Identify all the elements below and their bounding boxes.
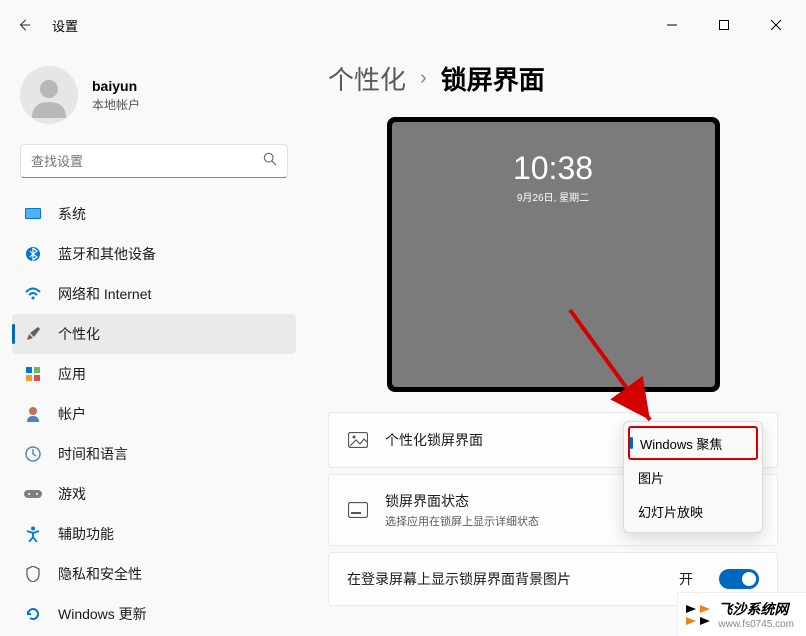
sidebar-item-label: 游戏 (58, 484, 86, 504)
sidebar-item-label: 隐私和安全性 (58, 564, 142, 584)
dropdown-option-spotlight[interactable]: Windows 聚焦 (628, 426, 758, 460)
accessibility-icon (24, 525, 42, 543)
avatar (20, 66, 78, 124)
page-title: 锁屏界面 (441, 60, 545, 97)
sidebar-item-label: 蓝牙和其他设备 (58, 244, 156, 264)
sidebar-item-accessibility[interactable]: 辅助功能 (12, 514, 296, 554)
paintbrush-icon (24, 325, 42, 343)
sidebar-item-accounts[interactable]: 帐户 (12, 394, 296, 434)
sidebar-item-label: 网络和 Internet (58, 284, 151, 304)
sidebar-item-label: 个性化 (58, 324, 100, 344)
search-icon (263, 152, 277, 171)
sidebar-item-label: 时间和语言 (58, 444, 128, 464)
person-icon (24, 405, 42, 423)
card-title: 在登录屏幕上显示锁屏界面背景图片 (347, 569, 663, 589)
personalize-lock-screen-card[interactable]: 个性化锁屏界面 Windows 聚焦 图片 幻灯片放映 (328, 412, 778, 468)
breadcrumb-parent[interactable]: 个性化 (328, 60, 406, 97)
preview-time: 10:38 (513, 150, 593, 187)
search-box[interactable] (20, 144, 288, 178)
toggle-label: 开 (679, 569, 693, 589)
background-type-dropdown[interactable]: Windows 聚焦 图片 幻灯片放映 (623, 421, 763, 533)
sidebar-item-personalization[interactable]: 个性化 (12, 314, 296, 354)
user-icon (26, 72, 72, 118)
watermark: 飞沙系统网 www.fs0745.com (677, 592, 806, 636)
sidebar-item-apps[interactable]: 应用 (12, 354, 296, 394)
sidebar-item-label: 辅助功能 (58, 524, 114, 544)
minimize-button[interactable] (650, 9, 694, 41)
show-background-toggle[interactable] (719, 569, 759, 589)
sidebar-item-bluetooth[interactable]: 蓝牙和其他设备 (12, 234, 296, 274)
update-icon (24, 605, 42, 623)
arrow-left-icon (17, 18, 31, 32)
sidebar-item-label: Windows 更新 (58, 604, 147, 624)
sidebar-item-label: 应用 (58, 364, 86, 384)
gamepad-icon (24, 485, 42, 503)
user-section[interactable]: baiyun 本地帐户 (8, 58, 300, 144)
close-icon (771, 20, 781, 30)
sidebar-item-privacy[interactable]: 隐私和安全性 (12, 554, 296, 594)
image-icon (347, 429, 369, 451)
user-type: 本地帐户 (92, 96, 140, 113)
dropdown-option-slideshow[interactable]: 幻灯片放映 (628, 494, 758, 528)
sidebar-item-time-language[interactable]: 时间和语言 (12, 434, 296, 474)
display-icon (24, 205, 42, 223)
sidebar-item-label: 系统 (58, 204, 86, 224)
window-title: 设置 (52, 16, 78, 35)
watermark-logo-icon (682, 599, 714, 631)
wifi-icon (24, 285, 42, 303)
lock-screen-preview: 10:38 9月26日, 星期二 (387, 117, 720, 392)
shield-icon (24, 565, 42, 583)
dropdown-option-picture[interactable]: 图片 (628, 460, 758, 494)
apps-icon (24, 365, 42, 383)
preview-date: 9月26日, 星期二 (517, 189, 589, 204)
sidebar-item-network[interactable]: 网络和 Internet (12, 274, 296, 314)
user-name: baiyun (92, 78, 140, 94)
maximize-icon (719, 20, 729, 30)
sidebar-item-windows-update[interactable]: Windows 更新 (12, 594, 296, 628)
breadcrumb: 个性化 › 锁屏界面 (328, 60, 778, 97)
chevron-right-icon: › (420, 67, 427, 90)
sidebar-item-system[interactable]: 系统 (12, 194, 296, 234)
bluetooth-icon (24, 245, 42, 263)
search-input[interactable] (31, 154, 263, 169)
clock-globe-icon (24, 445, 42, 463)
sidebar-item-gaming[interactable]: 游戏 (12, 474, 296, 514)
watermark-url: www.fs0745.com (718, 619, 794, 630)
close-button[interactable] (754, 9, 798, 41)
minimize-icon (667, 20, 677, 30)
maximize-button[interactable] (702, 9, 746, 41)
watermark-title: 飞沙系统网 (718, 599, 794, 619)
sidebar-item-label: 帐户 (58, 404, 86, 424)
status-icon (347, 499, 369, 521)
back-button[interactable] (8, 9, 40, 41)
